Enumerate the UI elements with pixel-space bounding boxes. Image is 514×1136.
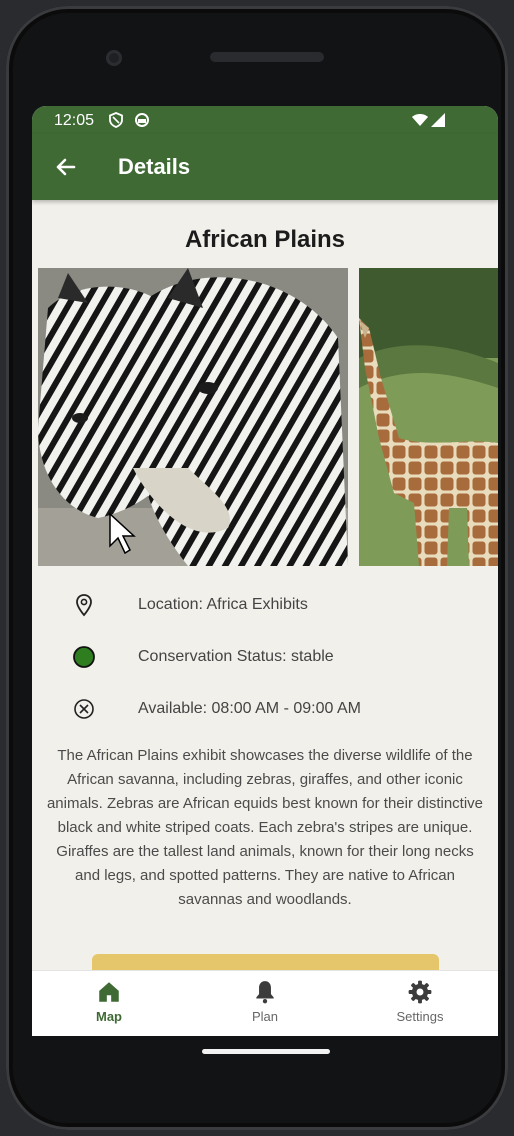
bell-icon (256, 981, 274, 1004)
giraffe-photo[interactable] (359, 268, 498, 566)
app-screen: 12:05 Details African Plains Location: A… (32, 106, 498, 1036)
exhibit-description: The African Plains exhibit showcases the… (44, 744, 486, 912)
status-time: 12:05 (54, 112, 95, 129)
bottom-navigation: Map Plan Settings (32, 970, 498, 1036)
conservation-text: Conservation Status: stable (138, 648, 334, 665)
status-dot-icon (73, 646, 95, 668)
location-row: Location: Africa Exhibits (32, 590, 498, 620)
sync-icon (135, 113, 149, 127)
status-bar: 12:05 (32, 106, 498, 134)
description-paragraph-2: Giraffes are the tallest land animals, k… (56, 843, 474, 908)
availability-text: Available: 08:00 AM - 09:00 AM (138, 700, 361, 717)
location-pin-icon (76, 594, 92, 617)
phone-frame: 12:05 Details African Plains Location: A… (6, 6, 508, 1130)
home-icon (99, 982, 119, 1002)
app-bar-title: Details (118, 154, 191, 179)
earpiece-speaker (210, 52, 324, 62)
exhibit-title: African Plains (184, 226, 346, 253)
gear-icon (408, 980, 432, 1004)
availability-row: Available: 08:00 AM - 09:00 AM (32, 694, 498, 724)
signal-icon (431, 113, 445, 127)
cancel-circle-icon (74, 699, 94, 719)
nav-label-map: Map (96, 1009, 122, 1024)
conservation-row: Conservation Status: stable (32, 642, 498, 672)
arrow-back-icon[interactable] (50, 152, 80, 182)
nav-label-settings: Settings (396, 1009, 444, 1024)
nav-item-plan[interactable]: Plan (205, 979, 325, 1024)
app-bar: Details (32, 134, 498, 200)
home-indicator[interactable] (202, 1049, 330, 1054)
shield-icon (109, 112, 123, 128)
photo-gallery[interactable] (32, 268, 498, 566)
zebra-photo[interactable] (38, 268, 348, 566)
front-camera (106, 50, 122, 66)
description-paragraph-1: The African Plains exhibit showcases the… (46, 747, 484, 836)
nav-item-map[interactable]: Map (49, 979, 169, 1024)
nav-item-settings[interactable]: Settings (360, 979, 480, 1024)
location-text: Location: Africa Exhibits (138, 596, 308, 613)
wifi-icon (412, 114, 428, 126)
nav-label-plan: Plan (251, 1009, 279, 1024)
